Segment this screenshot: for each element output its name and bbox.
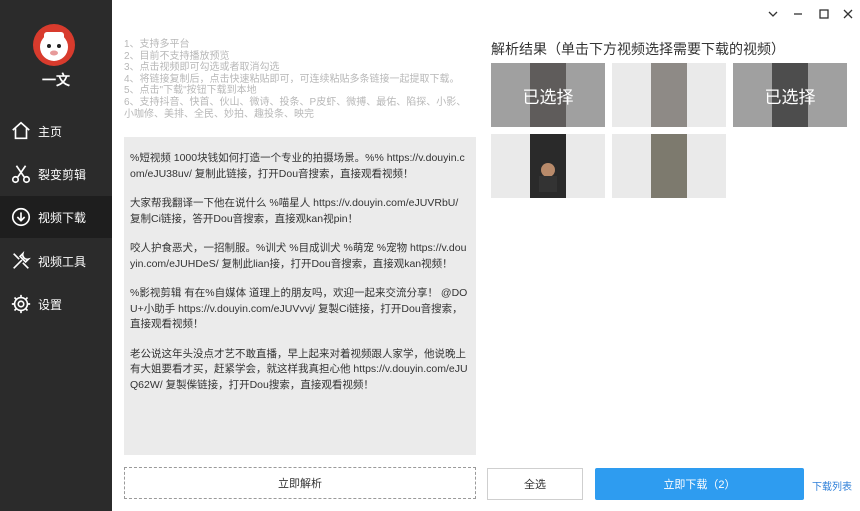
sidebar-item-video-download[interactable]: 视频下载	[0, 196, 112, 238]
instruction-line: 4、将链接复制后，点击快速粘贴即可，可连续粘贴多条链接一起提取下载。	[124, 73, 460, 85]
results-title: 解析结果（单击下方视频选择需要下载的视频）	[491, 41, 785, 57]
sidebar-item-video-tools[interactable]: 视频工具	[0, 240, 112, 282]
video-frame	[651, 63, 687, 127]
sidebar-item-label: 主页	[38, 124, 63, 139]
video-thumbnail-1[interactable]: 已选择	[491, 63, 605, 127]
video-thumbnail-5[interactable]	[612, 134, 726, 198]
minimize-button[interactable]	[765, 6, 781, 22]
sidebar-item-label: 视频下载	[38, 210, 87, 225]
instruction-line: 5、点击"下载"按钮下载到本地	[124, 85, 257, 97]
minus-icon	[794, 13, 802, 15]
close-button[interactable]	[840, 6, 856, 22]
parse-button[interactable]: 立即解析	[124, 467, 476, 499]
select-all-button[interactable]: 全选	[487, 468, 583, 500]
sidebar-item-label: 设置	[38, 297, 63, 312]
maximize-button[interactable]	[816, 6, 832, 22]
video-frame	[651, 134, 687, 198]
download-icon	[11, 207, 31, 227]
scissors-icon	[11, 165, 31, 184]
sidebar-item-settings[interactable]: 设置	[0, 283, 112, 325]
app-logo	[33, 24, 75, 66]
selected-overlay: 已选择	[733, 63, 847, 127]
link-entry: 老公说这年头没点才艺不敢直播，早上起来对着视频跟人家学，他说晚上有大姐要看才买，…	[130, 347, 468, 391]
home-icon	[12, 121, 30, 140]
link-entry: %短视频 1000块钱如何打造一个专业的拍摄场景。%% https://v.do…	[130, 152, 465, 180]
sidebar-item-home[interactable]: 主页	[0, 110, 112, 152]
link-entry: %影视剪辑 有在%自媒体 道理上的朋友吗，欢迎一起来交流分享！ @DOU+小助手…	[130, 287, 468, 330]
chevron-down-icon	[768, 11, 778, 17]
tools-icon	[13, 251, 31, 269]
download-list-link[interactable]: 下载列表	[812, 478, 852, 493]
gear-icon	[11, 294, 31, 314]
close-icon	[843, 9, 853, 19]
sidebar: 一文 主页 裂变剪辑 视频下载 视频工具 设置	[0, 0, 112, 511]
sidebar-item-label: 视频工具	[38, 254, 87, 269]
sidebar-item-fission-edit[interactable]: 裂变剪辑	[0, 153, 112, 195]
video-thumbnail-2[interactable]	[612, 63, 726, 127]
instruction-line: 6、支持抖音、快首、伙山、微诗、投条、P皮虾、微搏、最佑、陷探、小影、小咖修、美…	[124, 96, 467, 120]
link-entry: 大家帮我翻译一下他在说什么 %喵星人 https://v.douyin.com/…	[130, 197, 459, 225]
video-frame	[530, 134, 566, 198]
instruction-line: 1、支持多平台	[124, 39, 190, 50]
link-entry: 咬人护食恶犬，一招制服。%训犬 %目成训犬 %萌宠 %宠物 https://v.…	[130, 242, 467, 270]
instruction-line: 3、点击视频即可勾选或者取消勾选	[124, 62, 280, 74]
app-name: 一文	[42, 72, 70, 88]
instructions: 1、支持多平台 2、目前不支持播放预览 3、点击视频即可勾选或者取消勾选 4、将…	[124, 39, 476, 120]
sidebar-item-label: 裂变剪辑	[38, 167, 87, 182]
selected-overlay: 已选择	[491, 63, 605, 127]
download-now-button[interactable]: 立即下载（2）	[595, 468, 804, 500]
instruction-line: 2、目前不支持播放预览	[124, 50, 230, 62]
links-textarea[interactable]: %短视频 1000块钱如何打造一个专业的拍摄场景。%% https://v.do…	[124, 137, 476, 455]
video-thumbnail-4[interactable]	[491, 134, 605, 198]
square-icon	[819, 9, 829, 19]
video-thumbnail-3[interactable]: 已选择	[733, 63, 847, 127]
minimize-window-button[interactable]	[790, 6, 806, 22]
